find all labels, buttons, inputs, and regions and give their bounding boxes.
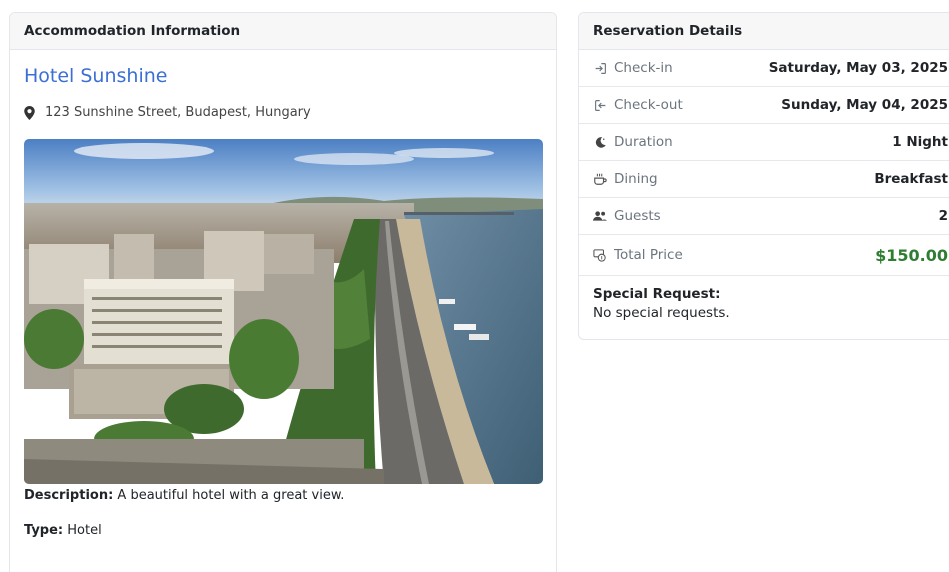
row-check-in: Check-in Saturday, May 03, 2025 xyxy=(579,50,949,87)
description-text: A beautiful hotel with a great view. xyxy=(117,488,345,503)
reservation-header: Reservation Details xyxy=(579,13,949,50)
row-check-out: Check-out Sunday, May 04, 2025 xyxy=(579,87,949,124)
check-in-label: Check-in xyxy=(614,60,673,76)
users-icon xyxy=(593,209,607,223)
guests-label: Guests xyxy=(614,208,661,224)
moon-icon xyxy=(593,135,607,149)
description-label: Description: xyxy=(24,488,114,503)
reservation-card: Reservation Details Check-in Saturday, M… xyxy=(578,12,949,340)
accommodation-type: Type: Hotel xyxy=(24,523,102,538)
hotel-name[interactable]: Hotel Sunshine xyxy=(24,65,167,87)
address-text: 123 Sunshine Street, Budapest, Hungary xyxy=(45,105,311,120)
address: 123 Sunshine Street, Budapest, Hungary xyxy=(24,105,311,120)
row-dining: Dining Breakfast xyxy=(579,161,949,198)
duration-label: Duration xyxy=(614,134,673,150)
mug-icon xyxy=(593,172,607,186)
type-value: Hotel xyxy=(67,523,102,538)
accommodation-header: Accommodation Information xyxy=(10,13,556,50)
special-request-label: Special Request: xyxy=(593,286,721,302)
duration-value: 1 Night xyxy=(892,134,948,150)
check-out-icon xyxy=(593,98,607,112)
map-marker-icon xyxy=(24,105,35,120)
row-duration: Duration 1 Night xyxy=(579,124,949,161)
hotel-photo xyxy=(24,139,543,484)
dining-label: Dining xyxy=(614,171,658,187)
check-in-value: Saturday, May 03, 2025 xyxy=(768,60,948,76)
guests-value: 2 xyxy=(938,208,948,224)
row-total-price: Total Price $150.00 xyxy=(579,235,949,276)
check-in-icon xyxy=(593,61,607,75)
money-icon xyxy=(593,248,607,262)
type-label: Type: xyxy=(24,523,64,538)
dining-value: Breakfast xyxy=(874,171,948,187)
check-out-value: Sunday, May 04, 2025 xyxy=(781,97,948,113)
special-request: Special Request: No special requests. xyxy=(579,276,949,331)
row-guests: Guests 2 xyxy=(579,198,949,235)
total-price-label: Total Price xyxy=(614,247,683,263)
description: Description: A beautiful hotel with a gr… xyxy=(24,488,344,503)
special-request-text: No special requests. xyxy=(593,305,730,321)
accommodation-card: Accommodation Information Hotel Sunshine… xyxy=(9,12,557,572)
check-out-label: Check-out xyxy=(614,97,683,113)
total-price-value: $150.00 xyxy=(875,245,948,265)
